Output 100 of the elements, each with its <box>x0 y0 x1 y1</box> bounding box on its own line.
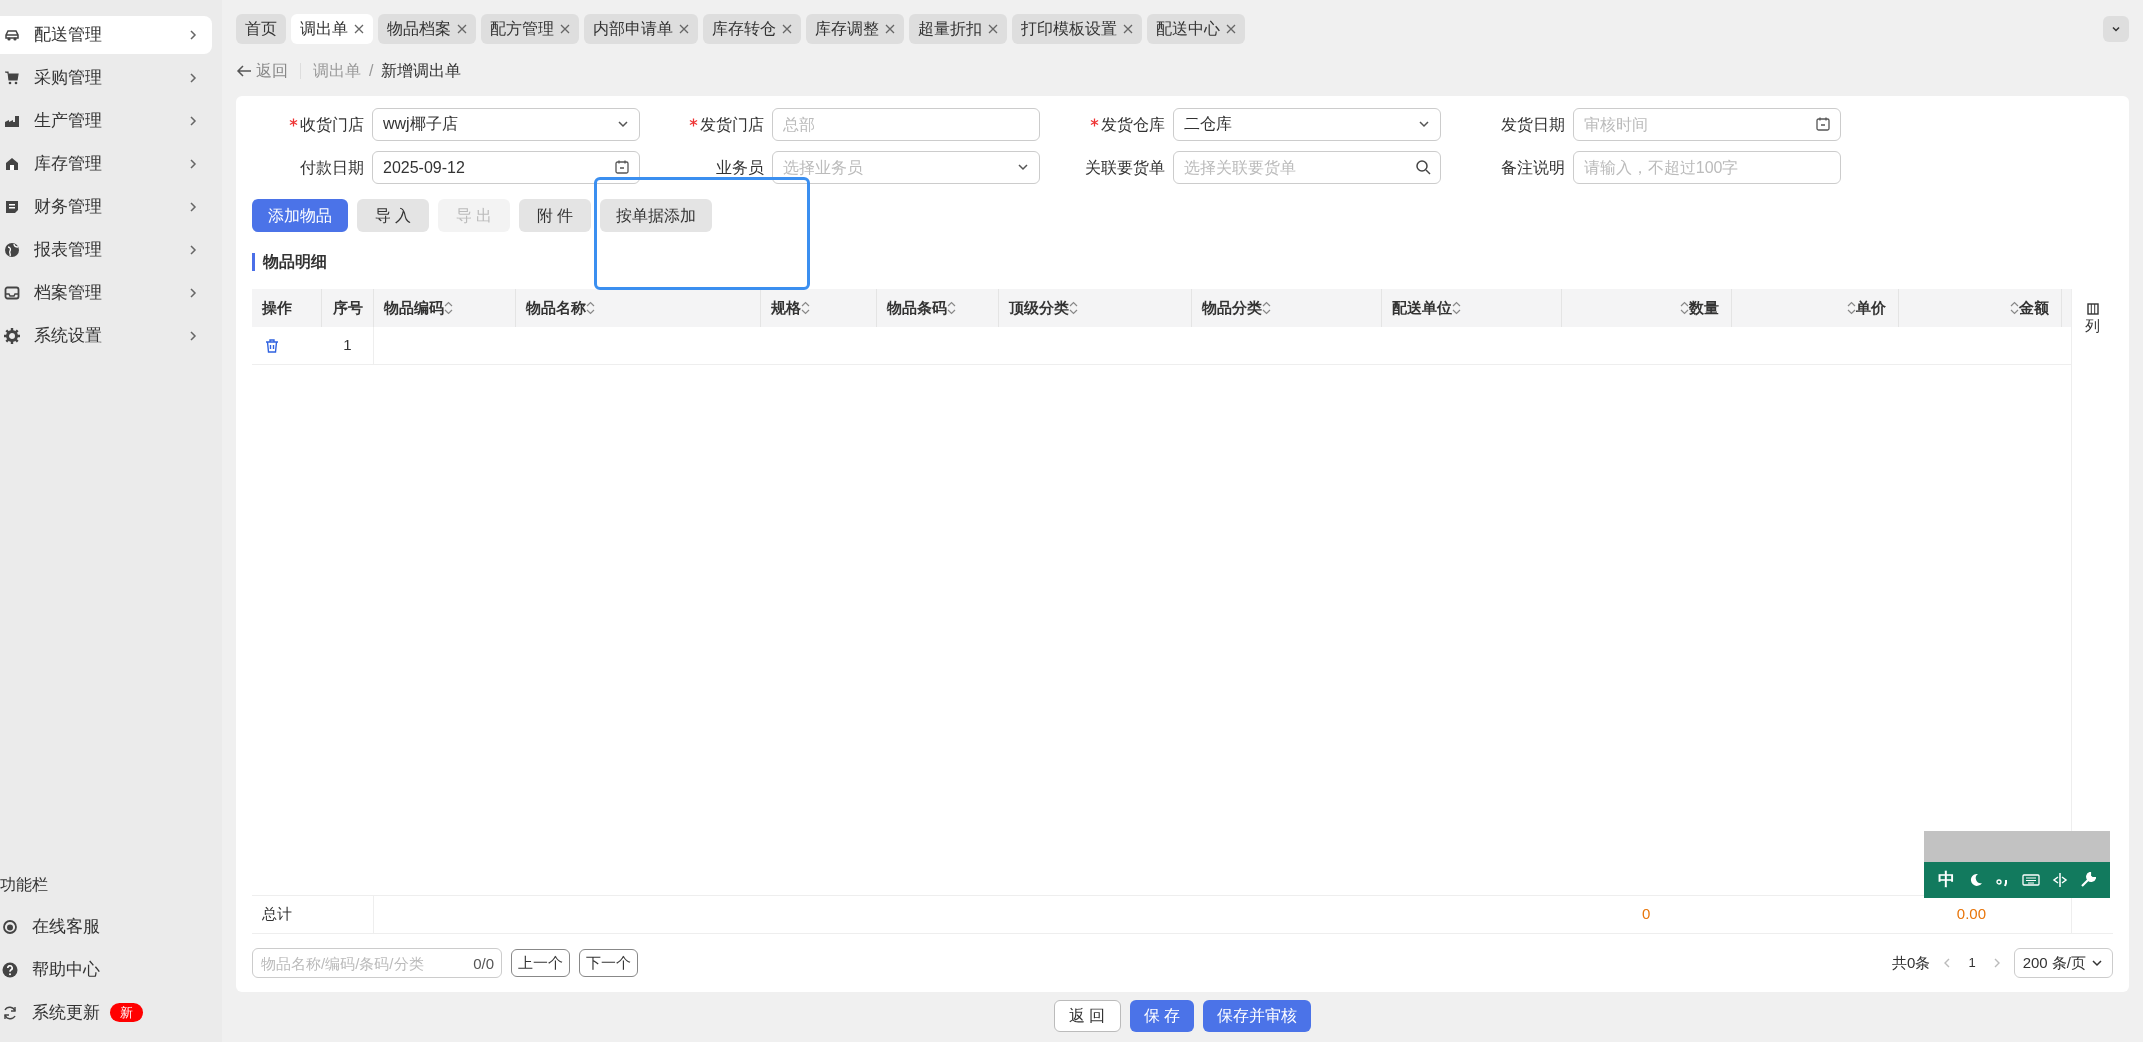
arrow-left-icon <box>236 64 252 78</box>
close-icon[interactable] <box>457 24 467 34</box>
field-label: 发货门店 <box>700 114 765 135</box>
column-header[interactable]: 金额 <box>1899 289 2062 327</box>
house-icon <box>4 156 20 172</box>
refresh-icon <box>2 1004 18 1021</box>
sidebar-item[interactable]: 系统设置 <box>0 317 212 355</box>
split-arrows-icon[interactable] <box>2052 872 2069 888</box>
sidebar-section-title: 功能栏 <box>0 875 49 895</box>
select-field[interactable]: 选择业务员 <box>772 151 1041 184</box>
tab[interactable]: 首页 <box>236 14 286 44</box>
column-header[interactable]: 物品分类 <box>1192 289 1382 327</box>
breadcrumb-current: 新增调出单 <box>381 61 462 81</box>
tray-icon <box>4 285 20 301</box>
next-button[interactable]: 下一个 <box>579 949 638 977</box>
date-field[interactable]: 2025-09-12 <box>372 151 640 184</box>
column-header[interactable]: 序号 <box>322 289 374 327</box>
sort-icon[interactable] <box>586 301 595 315</box>
close-icon[interactable] <box>782 24 792 34</box>
action-button[interactable]: 按单据添加 <box>600 199 712 232</box>
sidebar-item[interactable]: 系统更新 <box>2 999 100 1026</box>
close-icon[interactable] <box>560 24 570 34</box>
sort-icon[interactable] <box>1680 301 1689 315</box>
column-header[interactable]: 物品编码 <box>374 289 516 327</box>
search-field[interactable]: 选择关联要货单 <box>1172 151 1441 184</box>
footer-button[interactable]: 保存并审核 <box>1202 1000 1311 1032</box>
column-header[interactable]: 顶级分类 <box>999 289 1192 327</box>
section-title: 物品明细 <box>263 252 327 272</box>
close-icon[interactable] <box>354 24 364 34</box>
keyboard-icon[interactable] <box>2022 873 2041 887</box>
sort-icon[interactable] <box>1262 301 1271 315</box>
close-icon[interactable] <box>679 24 689 34</box>
car-icon <box>4 27 20 43</box>
tab[interactable]: 库存转仓 <box>703 14 801 44</box>
sidebar-item[interactable]: 采购管理 <box>0 59 212 97</box>
total-label: 总计 <box>252 896 374 933</box>
field-label: 关联要货单 <box>1084 157 1165 178</box>
field-label: 备注说明 <box>1500 157 1565 178</box>
ime-mode[interactable]: 中 <box>1937 867 1955 893</box>
tab[interactable]: 打印模板设置 <box>1012 14 1142 44</box>
column-header[interactable]: 规格 <box>761 289 877 327</box>
field-label: 发货日期 <box>1500 114 1565 135</box>
sort-icon[interactable] <box>1452 301 1461 315</box>
tab[interactable]: 配送中心 <box>1147 14 1245 44</box>
sidebar-item[interactable]: 在线客服 <box>2 913 100 940</box>
column-header[interactable]: 配送单位 <box>1382 289 1562 327</box>
action-button[interactable]: 导 入 <box>357 199 429 232</box>
field-label: 业务员 <box>716 157 765 178</box>
column-header[interactable]: 物品名称 <box>516 289 761 327</box>
sidebar-item[interactable]: 配送管理 <box>0 16 212 54</box>
action-button[interactable]: 添加物品 <box>252 199 348 232</box>
close-icon[interactable] <box>988 24 998 34</box>
sort-icon[interactable] <box>2010 301 2019 315</box>
sort-icon[interactable] <box>801 301 810 315</box>
close-icon[interactable] <box>885 24 895 34</box>
columns-icon <box>2086 303 2099 315</box>
sidebar-item[interactable]: 财务管理 <box>0 188 212 226</box>
tab[interactable]: 库存调整 <box>806 14 904 44</box>
sort-icon[interactable] <box>947 301 956 315</box>
column-header[interactable]: 物品条码 <box>877 289 999 327</box>
sidebar-item[interactable]: 报表管理 <box>0 231 212 269</box>
ledger-icon <box>4 199 20 215</box>
column-header[interactable]: 操作 <box>252 289 322 327</box>
page-button[interactable]: 1 <box>1964 953 1980 973</box>
field-label: 发货仓库 <box>1100 114 1165 135</box>
input-field[interactable]: 总部 <box>772 108 1041 141</box>
total-count: 共0条 <box>1892 952 1931 973</box>
search-icon <box>1414 159 1431 175</box>
close-icon[interactable] <box>1226 24 1236 34</box>
date-field[interactable]: 审核时间 <box>1572 108 1841 141</box>
page-size-select[interactable]: 200 条/页 <box>2013 948 2113 978</box>
footer-button[interactable]: 保 存 <box>1129 1000 1194 1032</box>
sidebar-item[interactable]: 生产管理 <box>0 102 212 140</box>
tab[interactable]: 超量折扣 <box>909 14 1007 44</box>
sort-icon[interactable] <box>1069 301 1078 315</box>
column-header[interactable]: 数量 <box>1562 289 1732 327</box>
cart-icon <box>4 70 20 86</box>
input-field[interactable]: 请输入，不超过100字 <box>1572 151 1841 184</box>
previous-button[interactable]: 上一个 <box>511 949 570 977</box>
sort-icon[interactable] <box>1847 301 1856 315</box>
tab[interactable]: 内部申请单 <box>584 14 698 44</box>
sidebar-item[interactable]: 库存管理 <box>0 145 212 183</box>
column-header[interactable]: 单价 <box>1732 289 1899 327</box>
tab[interactable]: 配方管理 <box>481 14 579 44</box>
select-field[interactable]: 二仓库 <box>1172 108 1441 141</box>
sidebar-item[interactable]: 帮助中心 <box>2 956 100 983</box>
new-badge: 新 <box>110 1003 143 1022</box>
sidebar-item[interactable]: 档案管理 <box>0 274 212 312</box>
sort-icon[interactable] <box>444 301 453 315</box>
help-icon <box>2 961 18 978</box>
tab[interactable]: 物品档案 <box>378 14 476 44</box>
footer-button[interactable]: 返 回 <box>1054 1000 1121 1032</box>
trash-icon[interactable] <box>264 337 280 354</box>
select-field[interactable]: wwj椰子店 <box>372 108 640 141</box>
action-button[interactable]: 附 件 <box>519 199 591 232</box>
calendar-icon <box>1814 116 1831 132</box>
column-settings-button[interactable]: 列 <box>2085 303 2100 338</box>
close-icon[interactable] <box>1123 24 1133 34</box>
wrench-icon[interactable] <box>2080 872 2097 888</box>
tab[interactable]: 调出单 <box>291 14 373 44</box>
